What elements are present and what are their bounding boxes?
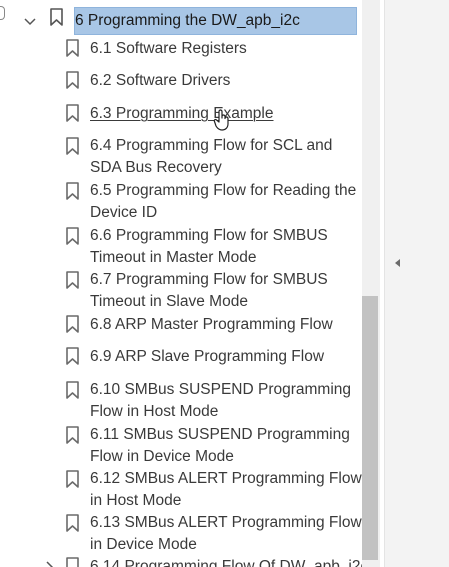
bookmark-label: 6.9 ARP Slave Programming Flow [90,348,325,365]
bookmark-label: 6.4 Programming Flow for SCL and SDA Bus… [90,137,333,176]
bookmark-label: 6.1 Software Registers [90,40,247,57]
scrollbar-thumb[interactable] [362,296,378,560]
bookmark-item-6-11[interactable]: 6.11 SMBus SUSPEND Programming Flow in D… [0,424,362,468]
bookmark-icon [66,426,80,446]
bookmark-icon [66,315,80,335]
bookmark-icon [50,8,64,28]
bookmark-item-6-4[interactable]: 6.4 Programming Flow for SCL and SDA Bus… [0,135,362,179]
bookmark-icon [66,470,80,490]
bookmark-label: 6.11 SMBus SUSPEND Programming Flow in D… [90,426,350,465]
bookmark-label: 6.5 Programming Flow for Reading the Dev… [90,182,357,221]
bookmark-label: 6.6 Programming Flow for SMBUS Timeout i… [90,227,328,266]
bookmark-item-6-8[interactable]: 6.8 ARP Master Programming Flow [0,314,362,338]
bookmark-label: 6.10 SMBus SUSPEND Programming Flow in H… [90,381,352,420]
side-panel-strip [384,0,449,567]
bookmark-item-6-5[interactable]: 6.5 Programming Flow for Reading the Dev… [0,180,362,224]
bookmark-chapter-label: 6 Programming the DW_apb_i2c [74,7,357,35]
bookmark-item-6-3[interactable]: 6.3 Programming Example [0,103,362,127]
bookmark-icon [66,514,80,534]
bookmark-icon [66,557,80,567]
bookmark-item-6-14[interactable]: 6.14 Programming Flow Of DW_apb_i2c [0,556,369,567]
bookmark-item-6-13[interactable]: 6.13 SMBus ALERT Programming Flow in Dev… [0,512,362,556]
bookmark-chapter-row[interactable]: 6 Programming the DW_apb_i2c [0,2,362,36]
bookmark-icon [66,137,80,157]
bookmark-item-6-9[interactable]: 6.9 ARP Slave Programming Flow [0,346,362,370]
bookmark-label: 6.12 SMBus ALERT Programming Flow in Hos… [90,470,362,509]
bookmark-icon [66,381,80,401]
bookmark-item-6-12[interactable]: 6.12 SMBus ALERT Programming Flow in Hos… [0,468,362,512]
bookmarks-panel: 6 Programming the DW_apb_i2c 6.1 Softwar… [0,0,384,567]
bookmark-item-6-7[interactable]: 6.7 Programming Flow for SMBUS Timeout i… [0,269,362,313]
chevron-down-icon[interactable] [24,13,36,26]
bookmark-icon [66,104,80,124]
bookmark-item-6-6[interactable]: 6.6 Programming Flow for SMBUS Timeout i… [0,225,362,269]
hand-pointer-cursor-icon [213,109,231,131]
bookmark-label: 6.13 SMBus ALERT Programming Flow in Dev… [90,514,362,553]
chevron-right-icon[interactable] [46,560,58,567]
bookmark-label: 6.14 Programming Flow Of DW_apb_i2c [90,558,369,567]
bookmark-label: 6.7 Programming Flow for SMBUS Timeout i… [90,271,328,310]
bookmark-label: 6.8 ARP Master Programming Flow [90,316,333,333]
bookmark-icon [66,227,80,247]
bookmark-icon [66,39,80,59]
bookmark-item-6-2[interactable]: 6.2 Software Drivers [0,70,362,94]
bookmark-icon [66,71,80,91]
bookmark-icon [66,182,80,202]
bookmark-icon [66,347,80,367]
bookmark-label: 6.2 Software Drivers [90,72,231,89]
bookmark-item-6-10[interactable]: 6.10 SMBus SUSPEND Programming Flow in H… [0,379,362,423]
bookmark-icon [66,271,80,291]
collapse-panel-arrow-icon[interactable] [395,259,400,267]
bookmark-item-6-1[interactable]: 6.1 Software Registers [0,38,362,62]
